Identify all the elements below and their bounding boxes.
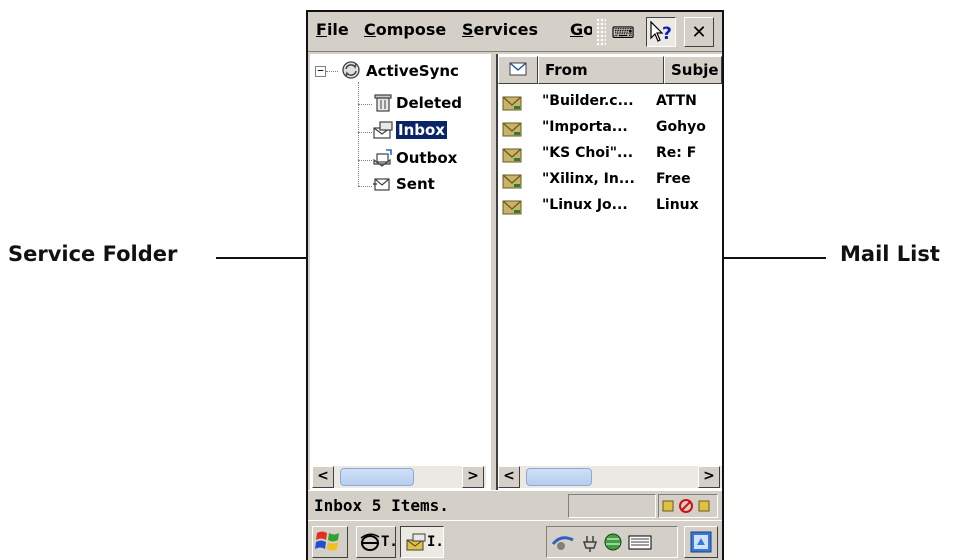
envelope-header-icon [509,62,527,76]
mail-list-pane: From Subje "Builder.c... ATTN "Importa..… [498,54,722,490]
mail-row[interactable]: "Linux Jo... Linux [498,194,722,220]
folder-deleted[interactable]: Deleted [396,94,462,112]
sent-icon [373,178,390,191]
keyboard-icon[interactable] [628,535,652,550]
envelope-icon [502,122,522,137]
scroll-thumb[interactable] [340,468,414,486]
mail-subject: Linux [656,197,699,213]
mail-subject: Gohyo [656,119,706,135]
folder-outbox[interactable]: Outbox [396,149,457,167]
ie-icon [360,533,380,551]
folder-inbox[interactable]: Inbox [396,121,447,139]
help-button[interactable]: ? [646,17,676,47]
mail-list-arrow [708,257,826,259]
envelope-icon [502,200,522,215]
activesync-icon [342,61,360,79]
scroll-right-button[interactable]: > [698,466,720,488]
scroll-right-button[interactable]: > [462,466,484,488]
tray-icons [551,533,652,552]
taskbar-task-2[interactable]: I. [400,526,444,558]
mail-subject: Free [656,171,691,187]
svg-text:?: ? [662,24,672,44]
menu-bar: File Compose Services Go ⌨ ? ✕ [308,12,722,52]
menu-file[interactable]: File [316,20,349,39]
status-bar: Inbox 5 Items. [308,490,722,520]
outbox-icon [373,149,392,167]
column-header-from[interactable]: From [538,56,664,84]
trash-icon [374,94,392,112]
folder-pane-scrollbar[interactable]: < > [312,466,486,488]
taskbar-task-1[interactable]: T. [356,526,396,558]
tree-line [358,186,372,187]
pane-splitter[interactable] [490,54,498,490]
network-globe-icon[interactable] [604,533,622,551]
mail-from: "Importa... [542,119,628,135]
mail-from: "Builder.c... [542,93,634,109]
mail-subject: ATTN [656,93,697,109]
help-icon: ? [650,20,672,44]
task-2-label: I. [427,534,444,550]
service-folder-pane: − ActiveSync Deleted Inbox Outbox Sent <… [310,54,490,490]
start-button[interactable] [312,526,348,558]
column-header-subject[interactable]: Subje [664,56,722,84]
connection-status [658,494,718,518]
toolbar-grip[interactable] [596,18,606,46]
envelope-icon [502,96,522,111]
system-tray [546,526,678,558]
mail-list-callout: Mail List [840,242,940,266]
scroll-left-button[interactable]: < [498,466,520,488]
tree-line [326,71,338,72]
input-panel-button[interactable]: ⌨ [608,17,638,47]
mail-subject: Re: F [656,145,697,161]
status-cell [568,494,656,518]
mail-row[interactable]: "Importa... Gohyo [498,116,722,142]
scroll-left-button[interactable]: < [312,466,334,488]
connection-icon [662,499,710,513]
folder-root-label[interactable]: ActiveSync [366,62,459,80]
tree-line [358,82,359,186]
mail-from: "Linux Jo... [542,197,628,213]
mail-row[interactable]: "Xilinx, In... Free [498,168,722,194]
scroll-thumb[interactable] [526,468,592,486]
collapse-icon[interactable]: − [315,65,326,77]
menu-services[interactable]: Services [462,20,538,39]
service-folder-callout: Service Folder [8,242,178,266]
desktop-icon [690,531,712,553]
inbox-app-window: File Compose Services Go ⌨ ? ✕ − ActiveS… [306,10,724,560]
menu-items: File Compose Services Go [308,12,592,50]
taskbar: T. I. [308,520,722,560]
mail-row[interactable]: "KS Choi"... Re: F [498,142,722,168]
column-header-icon[interactable] [498,56,538,84]
status-text: Inbox 5 Items. [314,496,449,515]
menu-compose[interactable]: Compose [364,20,446,39]
tree-line [358,160,372,161]
windows-logo-icon [315,531,339,551]
mail-list-scrollbar[interactable]: < > [498,466,722,488]
mail-from: "KS Choi"... [542,145,634,161]
inbox-icon [373,121,393,139]
close-icon: ✕ [691,21,707,43]
tree-line [358,132,372,133]
task-1-label: T. [381,534,395,550]
envelope-icon [502,174,522,189]
sync-icon[interactable] [551,536,574,550]
close-button[interactable]: ✕ [684,17,714,47]
envelope-icon [502,148,522,163]
mail-from: "Xilinx, In... [542,171,635,187]
menu-go[interactable]: Go [570,20,592,39]
inbox-task-icon [406,533,426,551]
mail-row[interactable]: "Builder.c... ATTN [498,90,722,116]
tree-line [358,104,372,105]
power-plug-icon[interactable] [582,536,598,552]
desktop-button[interactable] [684,526,718,558]
input-panel-icon: ⌨ [611,22,635,42]
folder-sent[interactable]: Sent [396,175,435,193]
